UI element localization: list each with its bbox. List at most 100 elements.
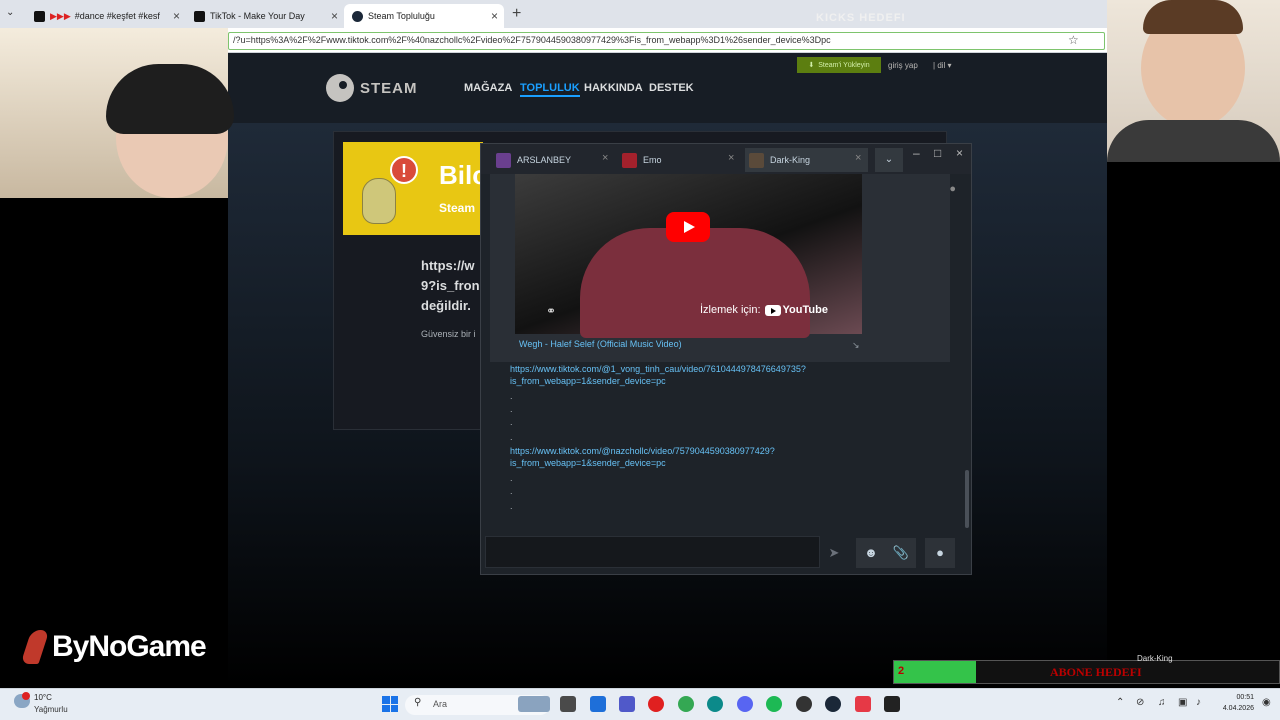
bolt-app-icon[interactable] <box>855 696 871 712</box>
bynogame-text: ByNoGame <box>52 630 207 663</box>
voice-icon[interactable]: ● <box>925 538 955 568</box>
emoji-icon: ▶▶▶ <box>50 10 71 21</box>
chat-message-dot: . <box>510 486 513 496</box>
send-icon[interactable]: ➤ <box>819 538 849 568</box>
chat-message-link[interactable]: https://www.tiktok.com/@nazchollc/video/… <box>510 445 775 469</box>
windows-start-icon[interactable] <box>382 696 398 712</box>
close-chat-tab-icon[interactable]: × <box>855 152 861 164</box>
discord-icon[interactable] <box>737 696 753 712</box>
webcam-left <box>0 28 234 198</box>
avatar <box>496 152 511 168</box>
close-tab-icon[interactable]: × <box>491 9 498 23</box>
minimize-icon[interactable]: – <box>913 146 920 160</box>
emoticon-icon[interactable]: ☻ <box>856 538 886 568</box>
play-icon[interactable] <box>666 212 710 242</box>
install-label: Steam'i Yükleyin <box>818 61 870 69</box>
youtube-logo: YouTube <box>764 304 828 316</box>
tiktok-icon <box>194 10 205 22</box>
watch-on-youtube[interactable]: İzlemek için: YouTube <box>700 304 828 316</box>
maximize-icon[interactable]: □ <box>934 146 941 160</box>
address-input[interactable]: /?u=https%3A%2F%2Fwww.tiktok.com%2F%40na… <box>228 32 1105 50</box>
clock-time[interactable]: 00:51 <box>1224 694 1254 701</box>
warning-url-line: değildir. <box>421 298 471 313</box>
steam-logo[interactable]: STEAM <box>326 73 426 103</box>
kicks-goal-label: KICKS HEDEFI <box>816 12 906 24</box>
outlook-icon[interactable] <box>590 696 606 712</box>
notifications-icon[interactable]: ◉ <box>1262 697 1271 708</box>
chat-tab-dark-king[interactable]: Dark-King × <box>745 148 868 172</box>
weather-temperature[interactable]: 10°C <box>34 693 52 702</box>
nav-store[interactable]: MAĞAZA <box>464 82 512 94</box>
tab-tiktok[interactable]: TikTok - Make Your Day × <box>186 4 344 28</box>
chat-scrollbar[interactable] <box>965 470 969 528</box>
avatar <box>622 152 637 168</box>
expand-embed-icon[interactable]: ↘ <box>852 340 860 351</box>
hair <box>1143 0 1243 34</box>
nav-community[interactable]: TOPLULUK <box>520 82 580 97</box>
steam-taskbar-icon[interactable] <box>825 696 841 712</box>
close-tab-icon[interactable]: × <box>331 9 338 23</box>
search-highlight-icon[interactable] <box>518 696 550 712</box>
app-icon[interactable] <box>796 696 812 712</box>
attachment-icon[interactable]: 📎 <box>886 538 916 568</box>
nav-support[interactable]: DESTEK <box>649 82 694 94</box>
tab-tiktok-dance[interactable]: ▶▶▶ #dance #keşfet #kesf × <box>26 4 186 28</box>
language-dropdown[interactable]: | dil ▾ <box>933 61 952 70</box>
chat-tabs-dropdown-icon[interactable]: ⌄ <box>875 148 903 172</box>
edge-icon[interactable] <box>707 696 723 712</box>
youtube-play-icon <box>764 304 781 316</box>
close-tab-icon[interactable]: × <box>173 9 180 23</box>
tab-list-chevron-icon[interactable]: ⌄ <box>6 7 14 18</box>
install-steam-button[interactable]: ⬇ Steam'i Yükleyin <box>797 57 881 73</box>
webcam-right <box>1107 0 1280 162</box>
opera-icon[interactable] <box>648 696 664 712</box>
chat-tab-emo[interactable]: Emo × <box>622 148 742 172</box>
login-link[interactable]: giriş yap <box>888 61 918 70</box>
new-tab-icon[interactable]: + <box>512 5 521 23</box>
steam-logo-icon <box>326 74 354 102</box>
task-view-icon[interactable] <box>560 696 576 712</box>
chat-message-link[interactable]: https://www.tiktok.com/@1_vong_tinh_cau/… <box>510 363 806 387</box>
weather-description[interactable]: Yağmurlu <box>34 705 68 714</box>
chrome-icon[interactable] <box>678 696 694 712</box>
epic-games-icon[interactable] <box>884 696 900 712</box>
teams-icon[interactable] <box>619 696 635 712</box>
close-window-icon[interactable]: × <box>956 146 963 160</box>
warning-url-line: https://w <box>421 258 475 273</box>
steam-logo-text: STEAM <box>360 79 418 97</box>
network-icon[interactable]: ⊘ <box>1136 697 1144 708</box>
steam-icon <box>352 10 363 22</box>
subscriber-count: 2 <box>898 665 905 677</box>
warning-exclamation-icon: ! <box>390 156 418 184</box>
shirt <box>1107 120 1280 162</box>
bynogame-logo-icon <box>20 630 50 664</box>
chat-tab-arslanbey[interactable]: ARSLANBEY × <box>496 148 614 172</box>
chat-message-input[interactable] <box>485 536 820 568</box>
warning-subtitle: Steam <box>439 201 476 215</box>
volume-icon[interactable]: ♪ <box>1196 697 1201 708</box>
video-thumbnail-figure <box>580 228 810 338</box>
subscriber-goal-fill <box>894 661 976 683</box>
bookmark-star-icon[interactable]: ☆ <box>1068 33 1079 47</box>
close-chat-tab-icon[interactable]: × <box>728 152 734 164</box>
nav-about[interactable]: HAKKINDA <box>584 82 643 94</box>
youtube-text: YouTube <box>782 304 828 316</box>
display-icon[interactable]: ▣ <box>1178 697 1187 708</box>
headphones-icon <box>106 64 234 134</box>
tiktok-icon <box>34 10 45 22</box>
tab-steam[interactable]: Steam Topluluğu × <box>344 4 504 28</box>
link-line: https://www.tiktok.com/@nazchollc/video/… <box>510 446 775 456</box>
clock-date[interactable]: 4.04.2026 <box>1214 705 1254 712</box>
chat-message-dot: . <box>510 391 513 401</box>
microphone-icon[interactable]: ♫ <box>1158 697 1166 708</box>
warning-url-line: 9?is_fron <box>421 278 480 293</box>
chat-message-dot: . <box>510 404 513 414</box>
tray-chevron-icon[interactable]: ⌃ <box>1116 697 1124 708</box>
video-title-link[interactable]: Wegh - Halef Selef (Official Music Video… <box>519 339 682 349</box>
link-line: is_from_webapp=1&sender_device=pc <box>510 376 666 386</box>
close-chat-tab-icon[interactable]: × <box>602 152 608 164</box>
chat-tab-label: ARSLANBEY <box>517 155 572 165</box>
link-icon[interactable]: ⚭ <box>546 304 556 318</box>
download-icon: ⬇ <box>808 62 815 69</box>
spotify-icon[interactable] <box>766 696 782 712</box>
